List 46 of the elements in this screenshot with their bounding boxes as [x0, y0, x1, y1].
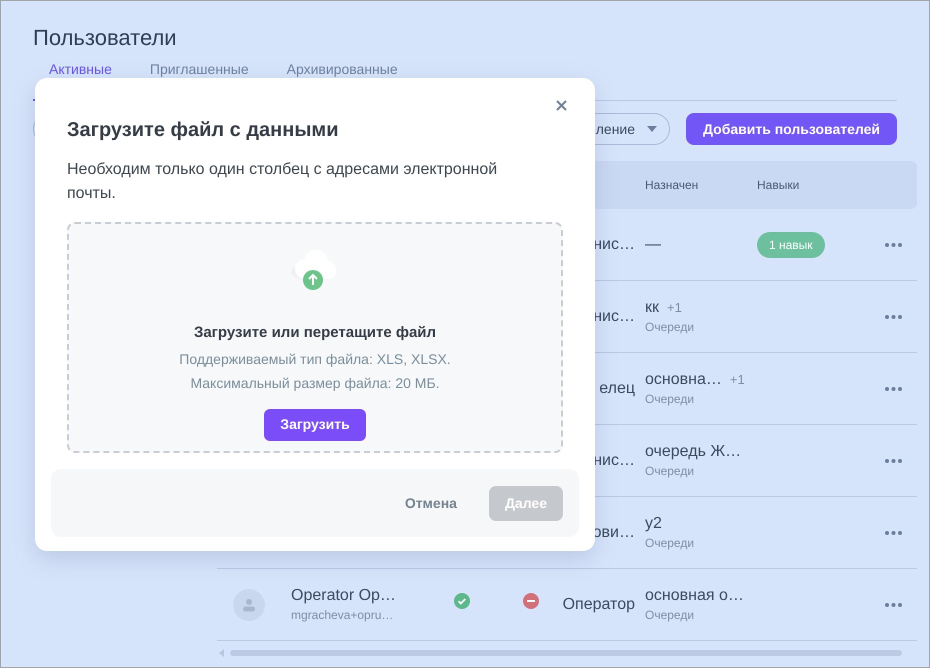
skills-badge: 1 навык	[757, 232, 825, 258]
queues-label: Очереди	[645, 606, 696, 624]
more-count: +1	[730, 370, 745, 388]
role-text: елец	[599, 380, 635, 396]
more-options-icon[interactable]	[884, 242, 902, 246]
drop-zone-hint: Поддерживаемый тип файла: XLS, XLSX.	[179, 350, 451, 368]
dialog-title: Загрузите файл с данными	[67, 118, 340, 143]
drop-zone-heading: Загрузите или перетащите файл	[194, 323, 436, 343]
caret-icon	[647, 126, 658, 132]
avatar	[233, 588, 265, 620]
assigned-queue: очередь Ж…	[645, 442, 742, 462]
assigned-queue: —	[645, 234, 661, 254]
queues-label: Очереди	[645, 462, 696, 480]
tab[interactable]: Архивированные	[270, 61, 414, 101]
page-title: Пользователи	[33, 24, 178, 52]
user-email: mgracheva+opru…	[291, 606, 394, 624]
more-count: +1	[667, 298, 682, 316]
assigned-queue: основна…	[645, 370, 722, 390]
column-header: Назначен	[645, 177, 700, 194]
cancel-button[interactable]: Отмена	[388, 486, 473, 520]
more-options-icon[interactable]	[884, 386, 902, 390]
role-text: нис…	[593, 308, 635, 324]
role-text: нис…	[593, 236, 635, 252]
assigned-queue: у2	[645, 514, 662, 534]
user-name: Operator Op…	[291, 586, 397, 606]
more-options-icon[interactable]	[884, 530, 902, 534]
role-text: нис…	[593, 452, 635, 468]
scrollbar[interactable]	[230, 650, 902, 656]
queues-label: Очереди	[645, 318, 696, 336]
assigned-queue: кк	[645, 298, 659, 318]
tab[interactable]: Приглашенные	[134, 61, 265, 101]
add-users-button[interactable]: Добавить пользователей	[686, 113, 897, 145]
assigned-queue: основная о…	[645, 586, 744, 606]
column-header: Навыки	[757, 177, 800, 194]
close-icon[interactable]	[556, 100, 567, 110]
drop-zone-hint: Максимальный размер файла: 20 МБ.	[190, 374, 440, 392]
more-options-icon[interactable]	[884, 314, 902, 318]
queues-label: Очереди	[645, 390, 696, 408]
dialog-description: Необходим только один столбец с адресами электронной почты.	[67, 160, 498, 204]
upload-button[interactable]: Загрузить	[264, 408, 366, 440]
more-options-icon[interactable]	[884, 602, 902, 606]
queues-label: Очереди	[645, 534, 696, 552]
role-text: Оператор	[562, 596, 635, 612]
dropdown-value: ление	[596, 120, 636, 138]
more-options-icon[interactable]	[884, 458, 902, 462]
drop-zone[interactable]: Загрузите или перетащите файл Поддерживаемый тип файла: XLS, XLSX. Максимальный размер файла: 20 МБ. Загрузить	[67, 222, 563, 453]
